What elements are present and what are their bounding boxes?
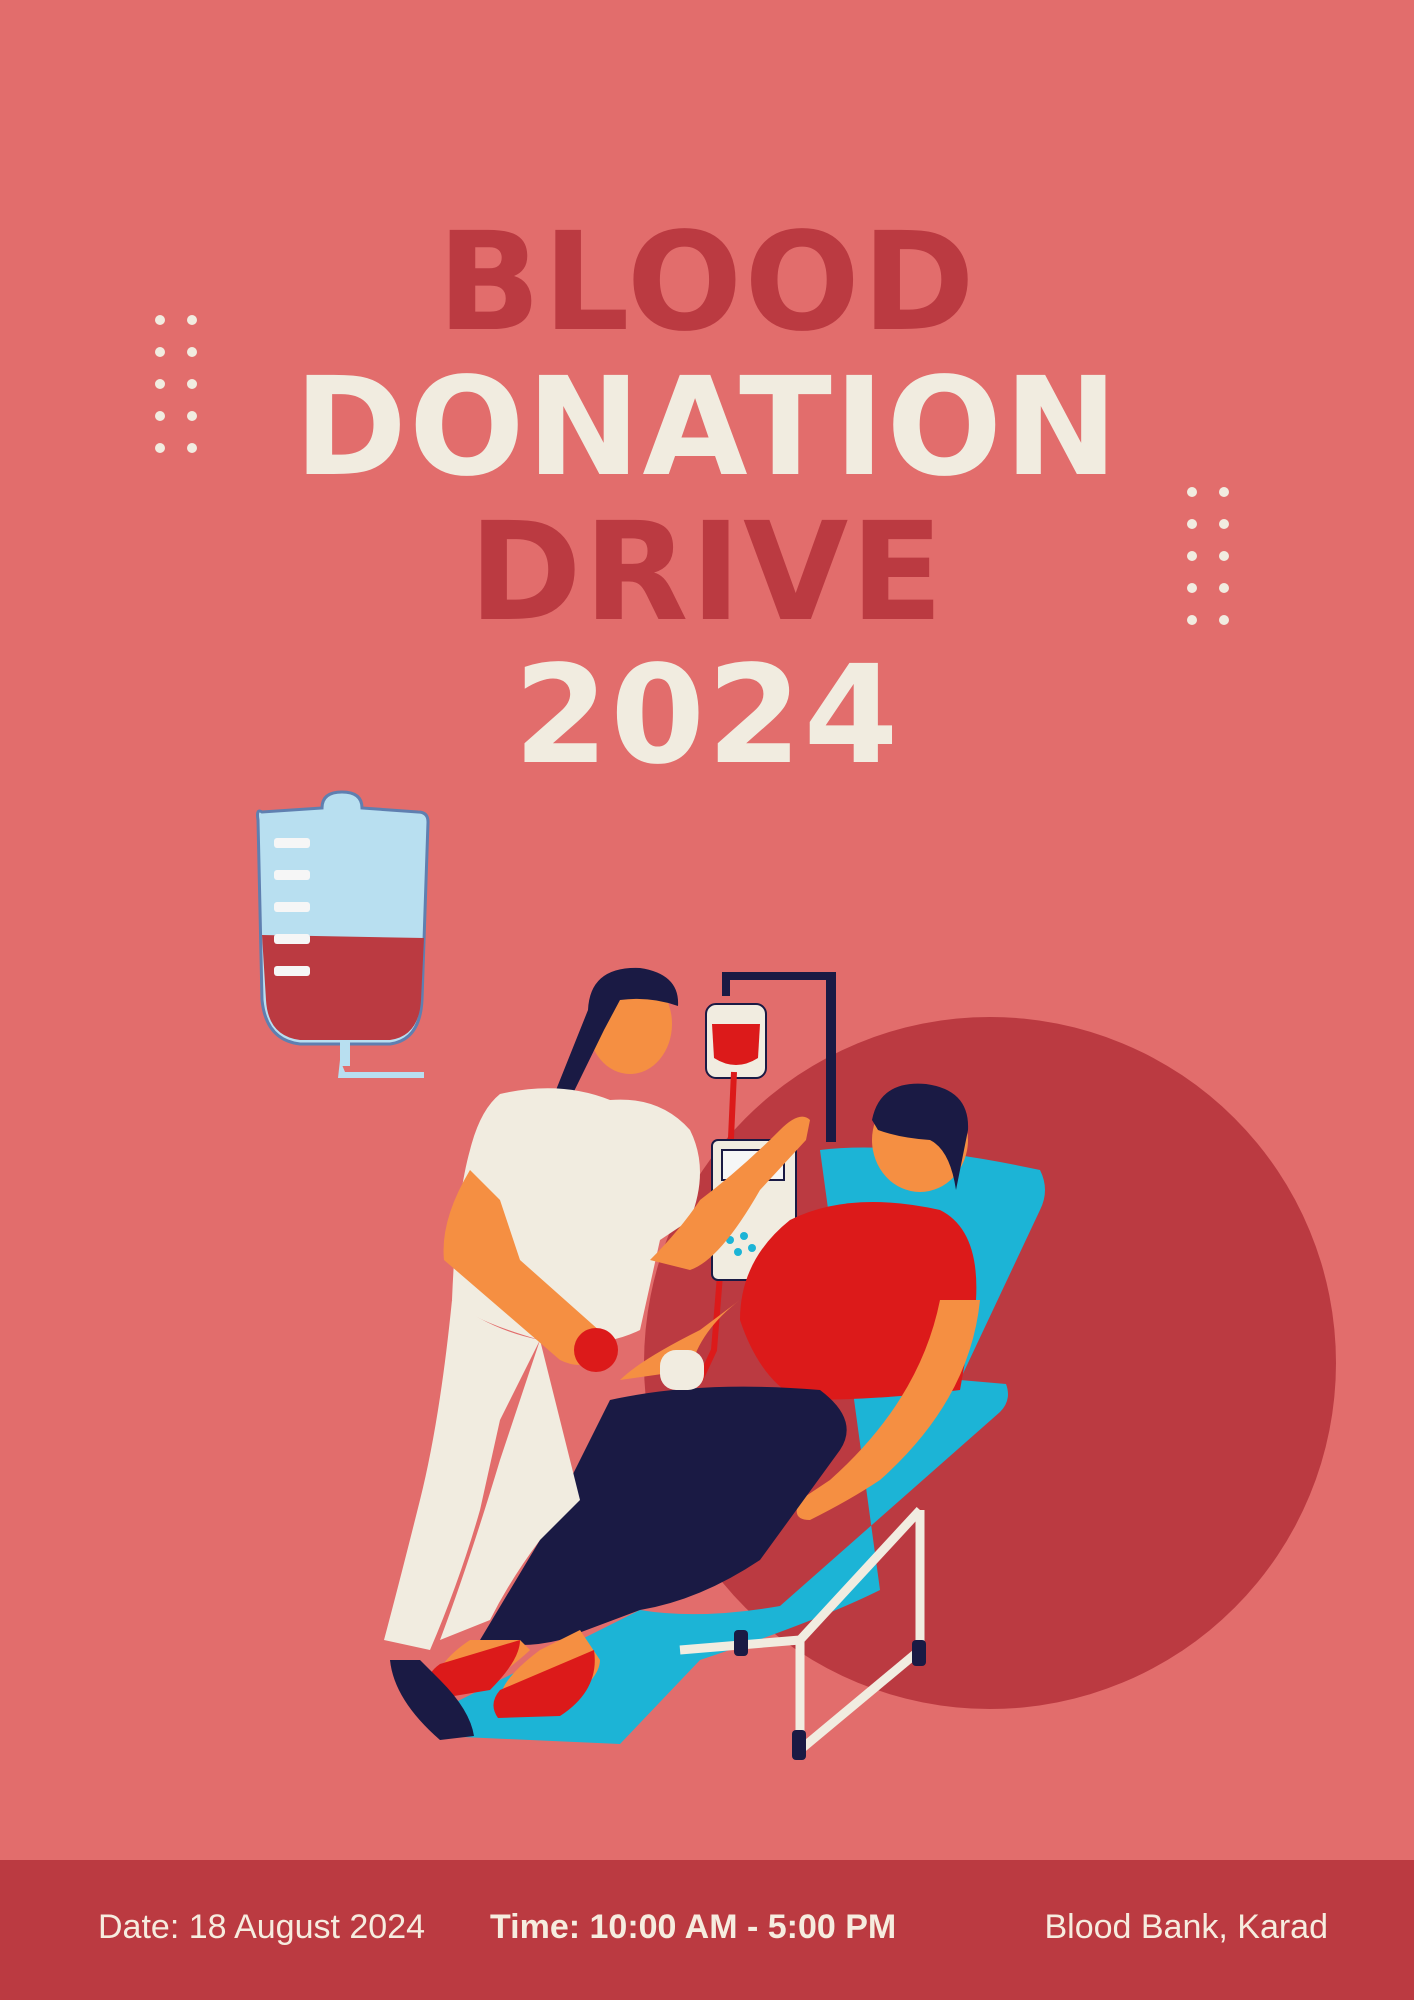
blood-donation-illustration <box>256 790 1336 1760</box>
event-date: Date: 18 August 2024 <box>98 1908 426 1946</box>
event-time: Time: 10:00 AM - 5:00 PM <box>490 1908 897 1946</box>
footer-bar: Date: 18 August 2024 Time: 10:00 AM - 5:… <box>0 1860 1414 2000</box>
background-circle <box>644 1017 1336 1709</box>
poster: BLOOD DONATION DRIVE 2024 Date: 18 Augus… <box>0 0 1414 2000</box>
event-location: Blood Bank, Karad <box>1044 1908 1328 1946</box>
blood-bag-icon <box>256 790 430 1078</box>
